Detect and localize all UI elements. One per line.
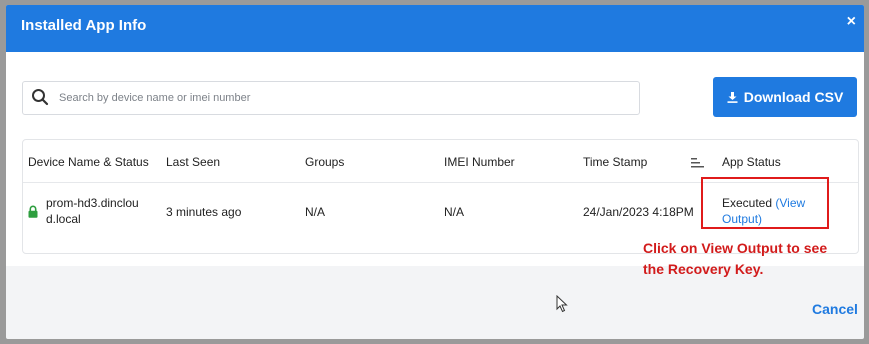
column-header-last-seen[interactable]: Last Seen: [166, 150, 220, 174]
device-name-line-1: prom-hd3.dinclou: [46, 196, 139, 210]
imei-value: N/A: [444, 205, 465, 219]
column-header-device[interactable]: Device Name & Status: [28, 150, 149, 174]
search-input[interactable]: [57, 83, 631, 113]
download-icon: [727, 91, 738, 103]
cancel-button[interactable]: Cancel: [812, 301, 858, 317]
mouse-cursor-icon: [556, 295, 568, 313]
download-csv-label: Download CSV: [743, 89, 844, 105]
search-box[interactable]: [22, 81, 640, 115]
time-stamp-value: 24/Jan/2023 4:18PM: [583, 205, 694, 219]
dialog-body: Download CSV Device Name & Status Last S…: [6, 52, 864, 266]
annotation-highlight-box: [701, 177, 829, 229]
column-header-groups[interactable]: Groups: [305, 150, 344, 174]
column-header-time-stamp[interactable]: Time Stamp: [583, 150, 647, 174]
annotation-line-2: the Recovery Key.: [643, 261, 764, 277]
device-name: prom-hd3.dinclou d.local: [46, 195, 158, 227]
search-icon: [32, 89, 49, 106]
annotation-note: Click on View Output to see the Recovery…: [643, 238, 827, 280]
dialog-title: Installed App Info: [21, 17, 147, 34]
column-header-imei[interactable]: IMEI Number: [444, 150, 515, 174]
device-name-line-2: d.local: [46, 212, 81, 226]
last-seen-value: 3 minutes ago: [166, 205, 242, 219]
download-csv-button[interactable]: Download CSV: [713, 77, 857, 117]
groups-value: N/A: [305, 205, 326, 219]
installed-app-info-dialog: Installed App Info × Download CSV Device…: [6, 5, 864, 339]
close-icon[interactable]: ×: [847, 13, 856, 31]
annotation-line-1: Click on View Output to see: [643, 240, 828, 256]
lock-icon: [28, 205, 38, 218]
dialog-header: Installed App Info ×: [6, 5, 864, 52]
sort-icon[interactable]: [691, 158, 704, 168]
column-header-app-status[interactable]: App Status: [722, 150, 781, 174]
